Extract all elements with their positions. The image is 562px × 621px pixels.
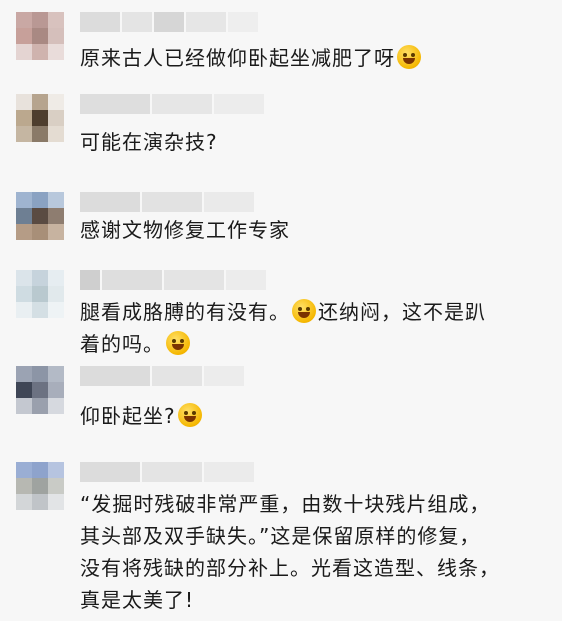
avatar[interactable] bbox=[16, 366, 64, 414]
avatar[interactable] bbox=[16, 462, 64, 510]
comment-text: 原来古人已经做仰卧起坐减肥了呀 bbox=[80, 42, 542, 74]
comment-text: “发掘时残破非常严重，由数十块残片组成， 其头部及双手缺失。”这是保留原样的修复… bbox=[80, 492, 500, 612]
username[interactable] bbox=[80, 12, 258, 32]
comment-text: 可能在演杂技? bbox=[80, 130, 218, 154]
username[interactable] bbox=[80, 366, 244, 386]
grinning-face-emoji-icon bbox=[177, 403, 202, 427]
avatar[interactable] bbox=[16, 192, 64, 240]
username[interactable] bbox=[80, 94, 264, 114]
tears-of-joy-emoji-icon bbox=[292, 299, 316, 323]
avatar[interactable] bbox=[16, 270, 64, 318]
username[interactable] bbox=[80, 270, 266, 290]
tears-of-joy-emoji-icon bbox=[166, 331, 190, 355]
avatar[interactable] bbox=[16, 12, 64, 60]
thinking-face-emoji-icon bbox=[397, 45, 421, 69]
comment-text: 腿看成胳膊的有没有。 还纳闷，这不是趴 着的吗。 bbox=[80, 299, 486, 356]
username[interactable] bbox=[80, 192, 254, 212]
comment-text: 仰卧起坐? bbox=[80, 400, 542, 432]
username[interactable] bbox=[80, 462, 254, 482]
comment-text: 感谢文物修复工作专家 bbox=[80, 218, 290, 242]
avatar[interactable] bbox=[16, 94, 64, 142]
